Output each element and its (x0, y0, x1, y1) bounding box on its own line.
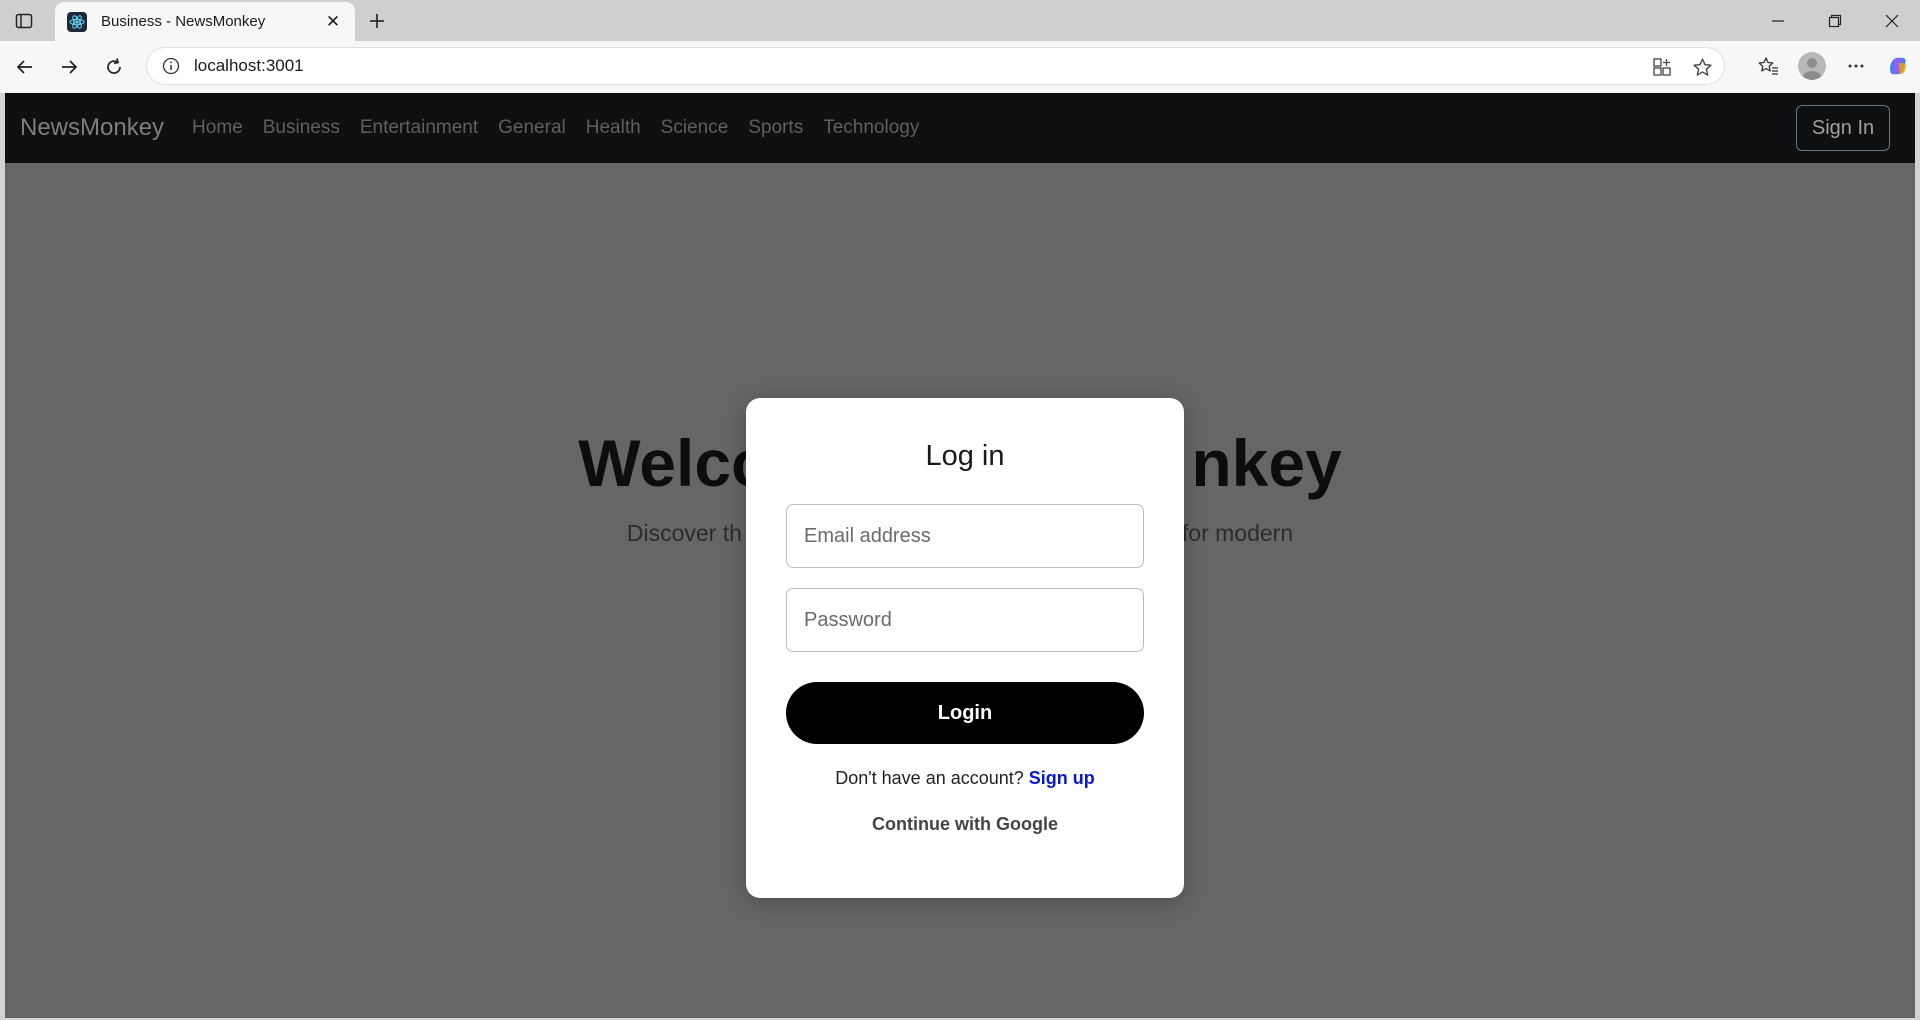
favorites-icon[interactable] (1756, 54, 1780, 78)
minimize-icon[interactable] (1749, 0, 1806, 41)
hero-title-left: Welco (578, 426, 772, 500)
hero-subtitle-right: for modern (1181, 520, 1294, 546)
profile-avatar-icon[interactable] (1798, 52, 1826, 80)
react-icon (67, 11, 87, 32)
signup-prompt: Don't have an account? (835, 768, 1024, 788)
page-viewport: NewsMonkey Home Business Entertainment G… (5, 93, 1915, 1018)
more-options-icon[interactable] (1844, 54, 1868, 78)
modal-title: Log in (925, 440, 1005, 472)
hero-title-right: nkey (1191, 426, 1342, 500)
new-tab-icon[interactable] (364, 8, 390, 34)
browser-toolbar: localhost:3001 (0, 41, 1920, 93)
address-bar[interactable]: localhost:3001 (146, 47, 1725, 85)
url-text: localhost:3001 (194, 56, 304, 75)
refresh-icon[interactable] (101, 54, 127, 80)
tab-title: Business - NewsMonkey (101, 13, 266, 30)
sidebar-toggle-icon[interactable] (12, 9, 36, 33)
nav-link-general[interactable]: General (488, 117, 576, 139)
email-input[interactable] (786, 504, 1144, 568)
site-info-icon[interactable] (161, 56, 181, 76)
browser-tab[interactable]: Business - NewsMonkey ✕ (55, 2, 355, 41)
google-login-button[interactable]: Continue with Google (746, 814, 1184, 835)
copilot-icon[interactable] (1886, 54, 1910, 78)
nav-link-business[interactable]: Business (253, 117, 350, 139)
nav-link-home[interactable]: Home (182, 117, 253, 139)
nav-link-health[interactable]: Health (576, 117, 651, 139)
browser-tabbar: Business - NewsMonkey ✕ (0, 0, 1920, 41)
signup-row: Don't have an account? Sign up (746, 768, 1184, 789)
nav-link-sports[interactable]: Sports (738, 117, 813, 139)
nav-links: Home Business Entertainment General Heal… (182, 117, 929, 139)
restore-icon[interactable] (1806, 0, 1863, 41)
app-install-icon[interactable] (1650, 55, 1674, 79)
close-tab-icon[interactable]: ✕ (323, 12, 343, 32)
hero-subtitle-left: Discover th (626, 520, 742, 546)
sign-in-button[interactable]: Sign In (1796, 105, 1890, 151)
site-navbar: NewsMonkey Home Business Entertainment G… (5, 93, 1915, 163)
login-modal: Log in Login Don't have an account? Sign… (746, 398, 1184, 898)
password-input[interactable] (786, 588, 1144, 652)
forward-icon[interactable] (56, 54, 82, 80)
favorite-star-icon[interactable] (1690, 55, 1714, 79)
close-window-icon[interactable] (1863, 0, 1920, 41)
nav-link-technology[interactable]: Technology (813, 117, 929, 139)
signup-link[interactable]: Sign up (1029, 768, 1095, 788)
window-controls (1749, 0, 1920, 41)
back-icon[interactable] (12, 54, 38, 80)
brand-logo[interactable]: NewsMonkey (20, 114, 164, 142)
login-button[interactable]: Login (786, 682, 1144, 744)
nav-link-science[interactable]: Science (651, 117, 739, 139)
nav-link-entertainment[interactable]: Entertainment (350, 117, 488, 139)
